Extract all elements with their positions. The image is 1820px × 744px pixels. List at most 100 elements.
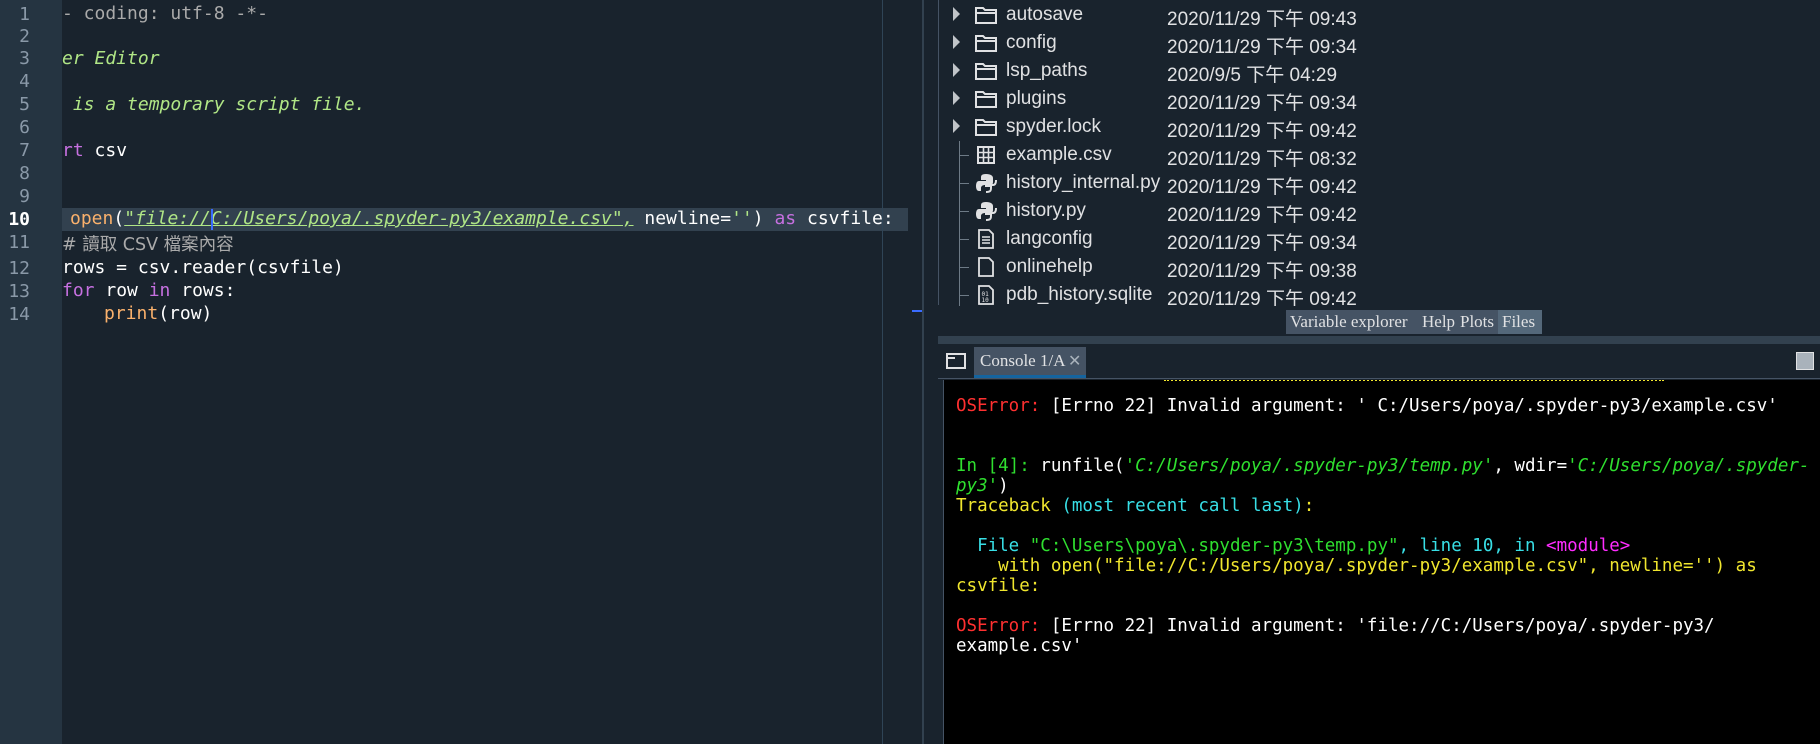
close-icon[interactable]: ✕ [1068,347,1081,375]
console-text: ) [998,476,1009,496]
splitter-bar [922,0,924,744]
code-text: ( [113,208,125,229]
line-number: 8 [19,163,30,184]
file-row-lsp-paths[interactable]: lsp_paths 2020/9/5 下午 04:29 [939,57,1820,86]
tree-branch [959,267,969,268]
keyword: for [62,280,95,301]
code-text: ) [752,208,764,229]
folder-icon [975,119,997,136]
python-icon [976,202,997,221]
options-menu-icon[interactable] [1796,352,1814,370]
line-number: 4 [19,71,30,92]
line-number: 2 [19,26,30,47]
console-line: OSError: [Errno 22] Invalid argument: ' … [956,396,1778,416]
console-line: OSError: [Errno 22] Invalid argument: 'f… [956,616,1715,636]
expand-arrow-icon[interactable] [953,63,960,77]
console-line: File "C:\Users\poya\.spyder-py3\temp.py"… [956,536,1630,556]
line-number: 13 [8,281,30,302]
line-number: 5 [19,94,30,115]
text-file-icon [978,229,994,249]
expand-arrow-icon[interactable] [953,35,960,49]
line-number: 9 [19,186,30,207]
folder-icon [975,91,997,108]
traceback-file-path: "C:\Users\poya\.spyder-py3\temp.py" [1029,536,1399,556]
console-text: runfile( [1029,456,1125,476]
file-date: 2020/11/29 下午 09:38 [1167,261,1357,282]
input-prompt: In [4]: [956,456,1030,476]
line-number: 11 [8,232,30,253]
code-text: rows: [170,280,236,301]
line-number: 14 [8,304,30,325]
file-row-langconfig[interactable]: langconfig 2020/11/29 下午 09:34 [939,225,1820,254]
file-row-plugins[interactable]: plugins 2020/11/29 下午 09:34 [939,85,1820,114]
code-line-3: er Editor [62,48,160,69]
folder-icon [975,7,997,24]
line-number-current: 10 [8,209,30,230]
console-line: example.csv' [956,636,1083,656]
tree-branch [959,183,969,184]
console-string: py3' [956,476,999,496]
error-label: OSError: [956,616,1041,636]
file-date: 2020/11/29 下午 09:42 [1167,177,1357,198]
code-text: csvfile: [796,208,894,229]
text-cursor [211,209,213,230]
file-name: example.csv [1006,144,1112,165]
file-date: 2020/11/29 下午 09:42 [1167,121,1357,142]
file-row-history-py[interactable]: history.py 2020/11/29 下午 09:42 [939,197,1820,226]
file-row-example-csv[interactable]: example.csv 2020/11/29 下午 08:32 [939,141,1820,170]
keyword: rt [62,140,84,161]
file-name: pdb_history.sqlite [1006,284,1153,305]
file-row-history-internal[interactable]: history_internal.py 2020/11/29 下午 09:42 [939,169,1820,198]
clipped-previous-line [944,380,1820,384]
line-number: 3 [19,48,30,69]
tree-branch [959,239,969,240]
traceback-module: <module> [1546,536,1631,556]
console-line: In [4]: runfile('C:/Users/poya/.spyder-p… [956,456,1809,476]
console-text: [Errno 22] Invalid argument: ' C:/Users/… [1040,396,1778,416]
tab-plots[interactable]: Plots [1456,310,1504,334]
expand-arrow-icon[interactable] [953,91,960,105]
code-editor[interactable]: 1 2 3 4 5 6 7 8 9 10 11 12 13 14 - codin… [0,0,908,744]
code-line-11: # 讀取 CSV 檔案內容 [62,235,234,255]
console-text: File [956,536,1030,556]
tree-branch [959,295,969,296]
file-name: langconfig [1006,228,1093,249]
file-name: spyder.lock [1006,116,1102,137]
file-date: 2020/11/29 下午 09:34 [1167,233,1357,254]
line-number: 7 [19,140,30,161]
code-text: (row) [158,303,213,324]
file-date: 2020/11/29 下午 09:34 [1167,37,1357,58]
console-output[interactable]: OSError: [Errno 22] Invalid argument: ' … [943,380,1820,744]
ipython-console[interactable]: Console 1/A ✕ OSError: [Errno 22] Invali… [938,344,1820,744]
clipped-text [1164,380,1664,383]
expand-arrow-icon[interactable] [953,119,960,133]
file-row-spyder-lock[interactable]: spyder.lock 2020/11/29 下午 09:42 [939,113,1820,142]
horizontal-splitter[interactable] [938,336,1820,344]
file-row-config[interactable]: config 2020/11/29 下午 09:34 [939,29,1820,58]
file-row-onlinehelp[interactable]: onlinehelp 2020/11/29 下午 09:38 [939,253,1820,282]
files-explorer[interactable]: autosave 2020/11/29 下午 09:43 config 2020… [938,0,1820,310]
tree-branch [959,155,969,156]
line-number: 1 [19,4,30,25]
expand-arrow-icon[interactable] [953,7,960,21]
traceback-note: (most recent call last) [1061,496,1304,516]
splitter[interactable] [908,0,938,744]
edge-line [882,0,883,744]
line-number-gutter: 1 2 3 4 5 6 7 8 9 10 11 12 13 14 [0,0,62,744]
file-row-pdb-history[interactable]: 01 10 pdb_history.sqlite 2020/11/29 下午 09… [939,281,1820,310]
browse-tabs-icon[interactable] [946,352,966,370]
file-row-autosave[interactable]: autosave 2020/11/29 下午 09:43 [939,1,1820,30]
console-line: Traceback (most recent call last): [956,496,1314,516]
folder-icon [975,63,997,80]
file-name: lsp_paths [1006,60,1088,81]
console-string: 'C:/Users/poya/.spyder-py3/temp.py' [1124,456,1494,476]
code-text: csv [83,140,128,161]
tab-files[interactable]: Files [1498,310,1542,334]
console-line: with open("file://C:/Users/poya/.spyder-… [956,556,1757,576]
file-name: autosave [1006,4,1084,25]
file-date: 2020/11/29 下午 09:42 [1167,205,1357,226]
string-literal: '' [731,208,753,229]
code-line-10: open("file://C:/Users/poya/.spyder-py3/e… [70,208,894,229]
tab-console[interactable]: Console 1/A ✕ [974,347,1086,378]
console-tab-label: Console 1/A [980,351,1066,370]
